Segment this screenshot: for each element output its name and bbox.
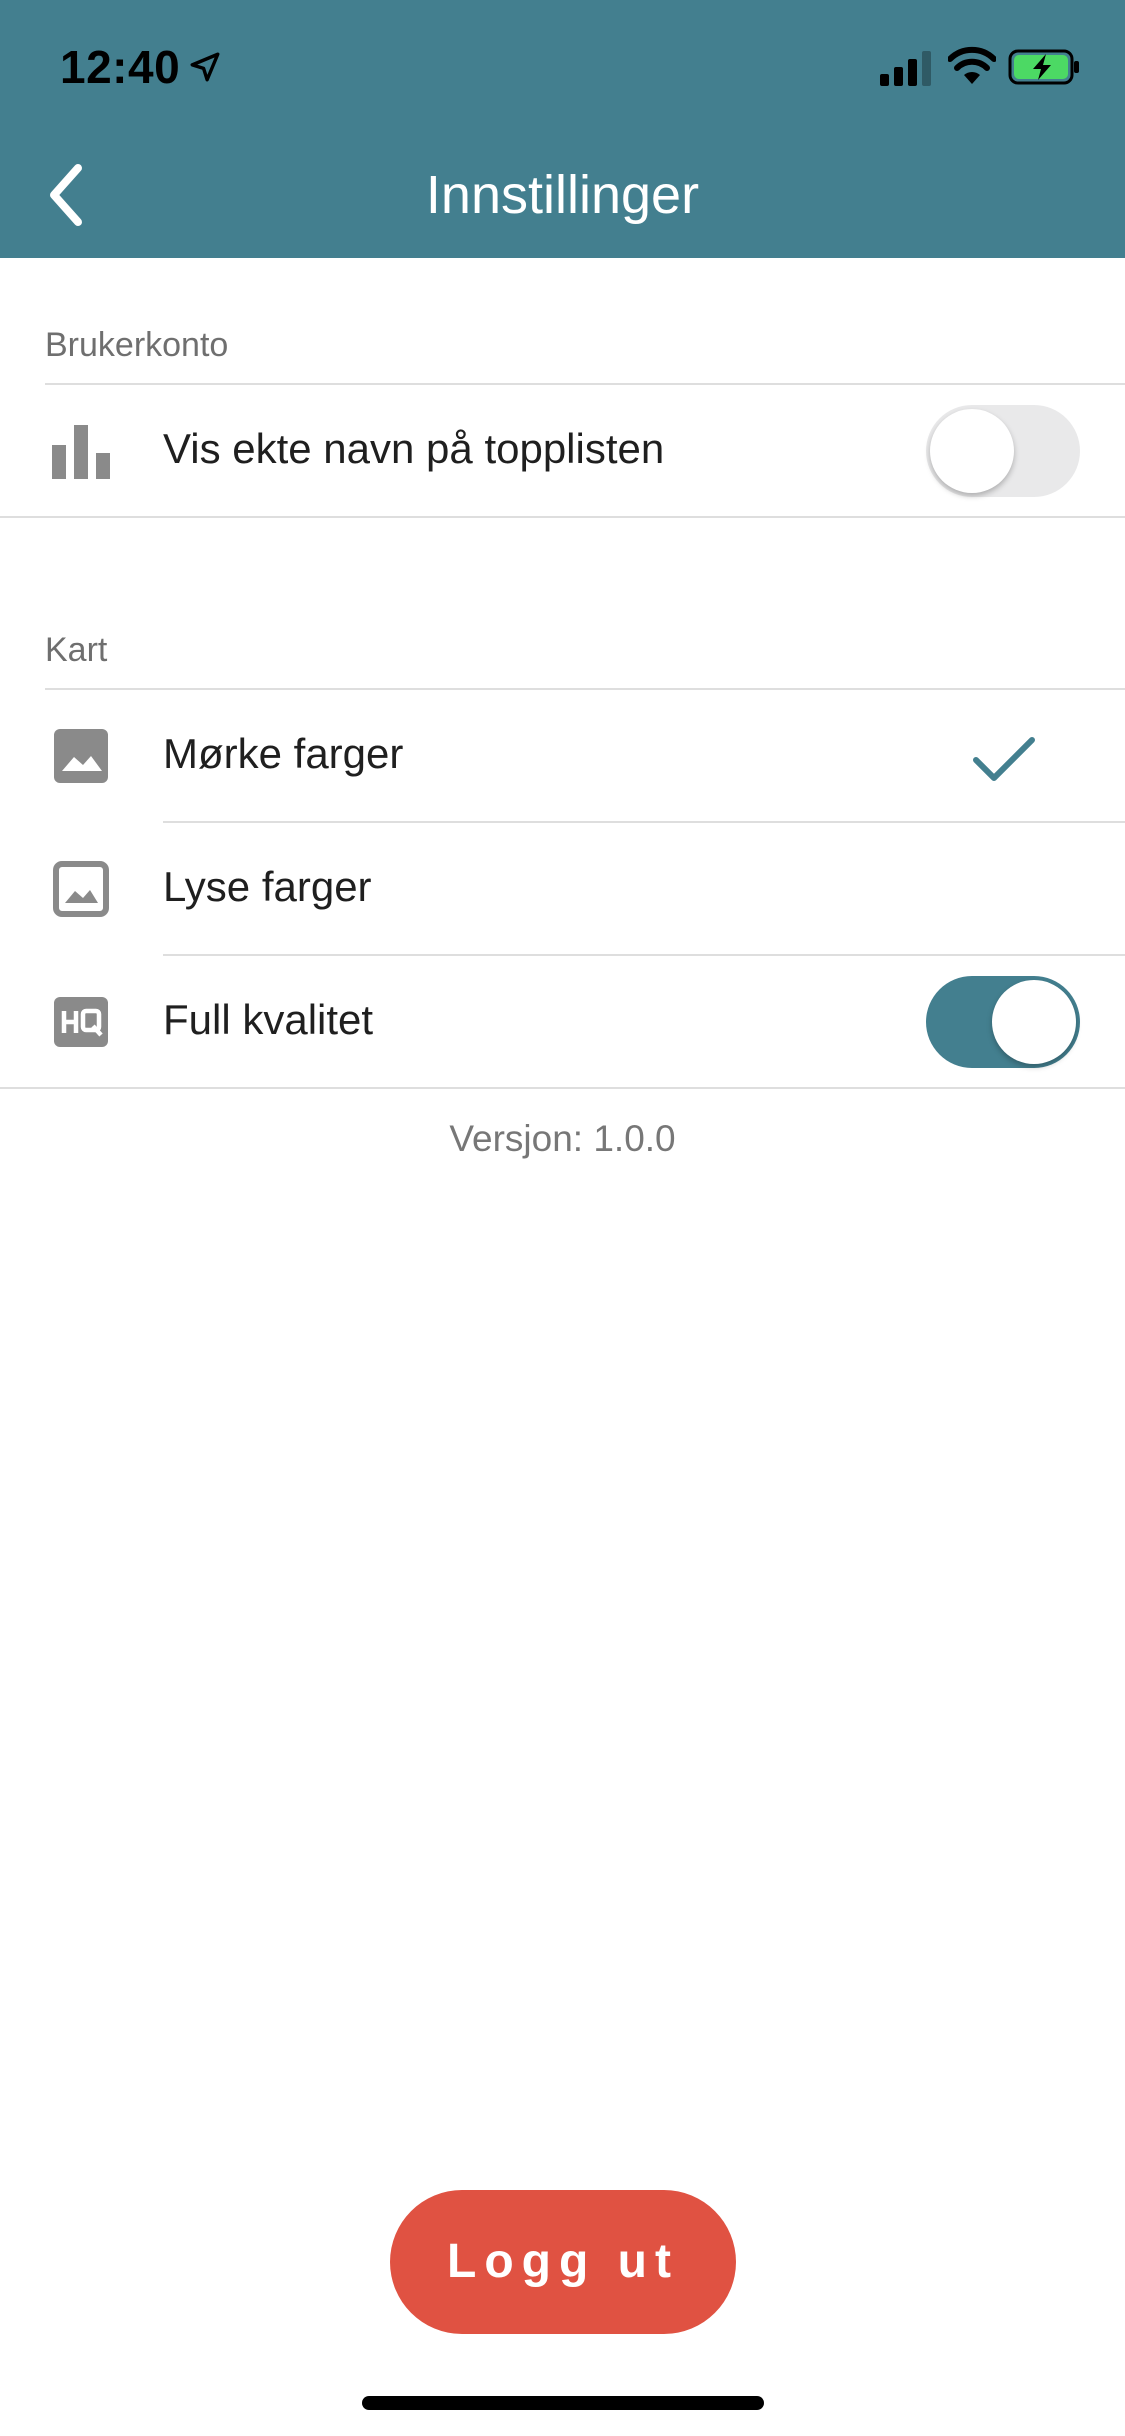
status-time: 12:40 — [60, 41, 181, 93]
settings-row-full-quality: Full kvalitet — [0, 956, 1125, 1088]
cellular-signal-icon — [880, 51, 931, 86]
home-indicator — [362, 2396, 764, 2410]
row-label-full-quality: Full kvalitet — [163, 996, 374, 1043]
settings-row-light-colors[interactable]: Lyse farger — [0, 823, 1125, 955]
settings-row-real-name: Vis ekte navn på topplisten — [0, 385, 1125, 517]
row-label-dark-colors: Mørke farger — [163, 730, 404, 777]
row-label-real-name: Vis ekte navn på topplisten — [163, 425, 665, 472]
page-title: Innstillinger — [425, 165, 700, 225]
section-label-brukerkonto: Brukerkonto — [45, 326, 229, 364]
image-outline-icon — [53, 861, 109, 917]
row-label-light-colors: Lyse farger — [163, 863, 372, 910]
image-filled-icon — [54, 729, 108, 783]
toggle-knob — [930, 409, 1014, 493]
real-name-toggle[interactable] — [926, 405, 1080, 497]
bar-chart-icon — [52, 425, 110, 479]
section-label-kart: Kart — [45, 631, 108, 669]
version-text: Versjon: 1.0.0 — [449, 1118, 676, 1159]
checkmark-icon — [973, 737, 1035, 781]
divider — [0, 1087, 1125, 1089]
toggle-knob — [992, 980, 1076, 1064]
divider — [0, 516, 1125, 518]
wifi-icon — [948, 46, 996, 84]
full-quality-toggle[interactable] — [926, 976, 1080, 1068]
location-arrow-icon — [190, 52, 220, 82]
header-bar: 12:40 Innstillinger — [0, 0, 1125, 258]
hq-icon — [54, 997, 108, 1047]
settings-row-dark-colors[interactable]: Mørke farger — [0, 690, 1125, 822]
battery-charging-icon — [1008, 49, 1079, 85]
logout-button[interactable]: Logg ut — [390, 2190, 736, 2334]
